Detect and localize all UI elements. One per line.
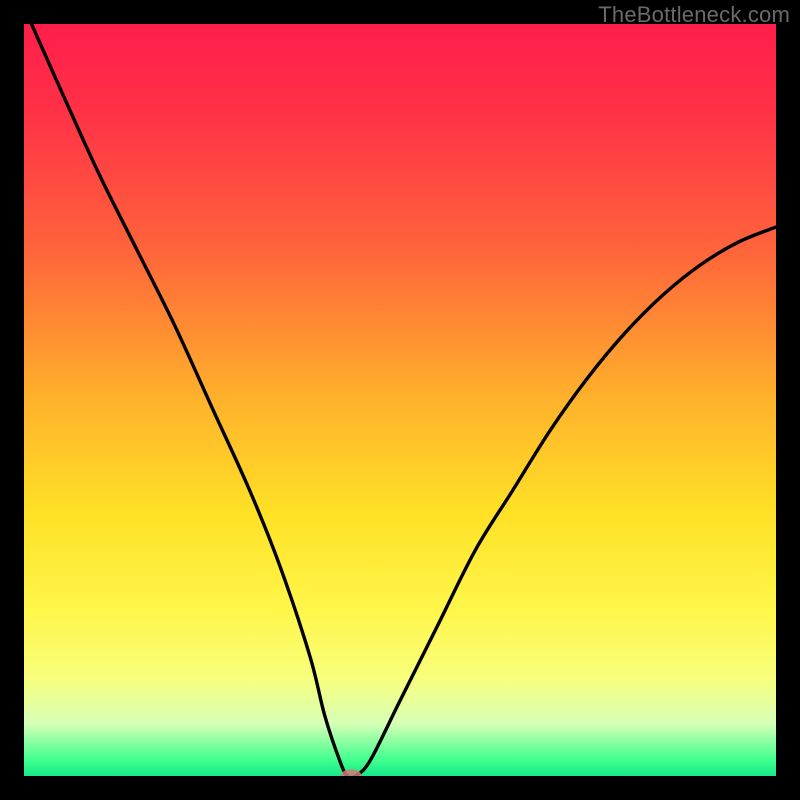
- watermark-text: TheBottleneck.com: [598, 2, 790, 28]
- gradient-background: [24, 24, 776, 776]
- plot-area: [24, 24, 776, 776]
- chart-frame: TheBottleneck.com: [0, 0, 800, 800]
- bottleneck-chart: [24, 24, 776, 776]
